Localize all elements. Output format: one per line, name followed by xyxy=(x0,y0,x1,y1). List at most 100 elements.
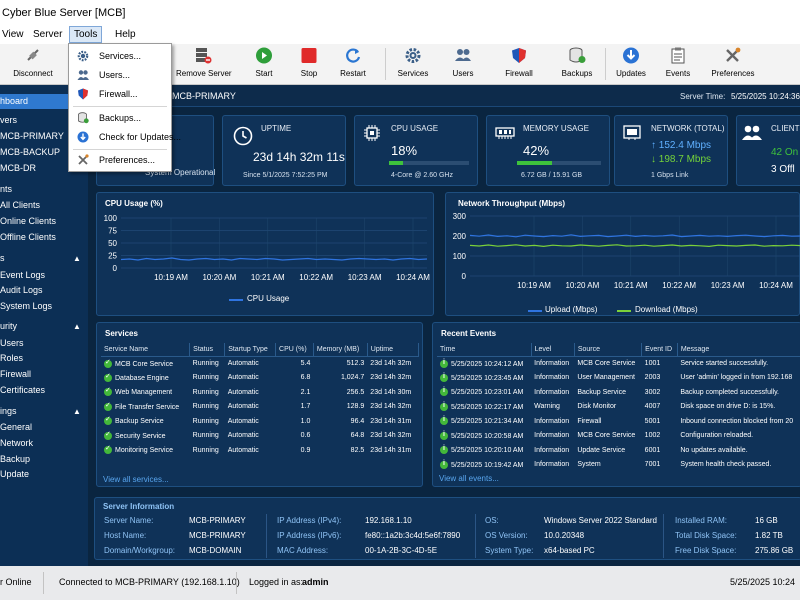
table-row[interactable]: Web Management Running Automatic 2.1 256.5 23… xyxy=(101,385,419,400)
table-row[interactable]: 5/25/2025 10:24:12 AM Information MCB Core… xyxy=(437,356,800,371)
preferences-button[interactable]: Preferences xyxy=(710,47,756,83)
disconnect-button[interactable]: Disconnect xyxy=(10,47,56,83)
table-row[interactable]: File Transfer Service Running Automatic 1.7… xyxy=(101,400,419,415)
table-row[interactable]: 5/25/2025 10:23:45 AM Information User Man… xyxy=(437,371,800,386)
start-button[interactable]: Start xyxy=(250,47,278,83)
table-row[interactable]: Security Service Running Automatic 0.6 64.8 2… xyxy=(101,429,419,444)
network-throughput-chart: 0 100 200 300 10:19 AM 10:20 AM 10:21 AM 10:22 … xyxy=(453,212,800,290)
backups-button[interactable]: Backups xyxy=(561,47,593,83)
event-cell: User Management xyxy=(577,374,635,382)
services-column-header[interactable]: Startup Type xyxy=(224,343,277,357)
tools-menu-users-label: Users... xyxy=(99,70,131,80)
cpu-chip-icon xyxy=(364,125,380,141)
updates-button[interactable]: Updates xyxy=(615,47,647,83)
sidebar-header-security[interactable]: urity ▲ xyxy=(0,319,88,334)
service-cell: Running xyxy=(192,432,219,440)
table-row[interactable]: Backup Service Running Automatic 1.0 96.4 23d… xyxy=(101,414,419,429)
events-column-header[interactable]: Event ID xyxy=(641,343,678,357)
table-row[interactable]: Monitoring Service Running Automatic 0.9 82.… xyxy=(101,443,419,458)
firewall-label: Firewall xyxy=(505,69,533,78)
table-row[interactable]: 5/25/2025 10:21:34 AM Information Firewall… xyxy=(437,414,800,429)
sidebar-item-security[interactable]: Users xyxy=(0,336,88,351)
upload-legend-swatch xyxy=(528,310,542,312)
sidebar-item-setting[interactable]: Update xyxy=(0,467,88,482)
service-cell: Automatic xyxy=(227,388,259,396)
table-row[interactable]: 5/25/2025 10:19:42 AM Information System 70… xyxy=(437,458,800,473)
service-cell: 6.8 xyxy=(300,374,311,382)
table-row[interactable]: 5/25/2025 10:20:10 AM Information Update S… xyxy=(437,443,800,458)
ipv4-key: IP Address (IPv4): xyxy=(277,516,342,525)
events-column-header[interactable]: Time xyxy=(437,343,532,357)
y-tick-label: 200 xyxy=(453,232,467,241)
menu-tools[interactable]: Tools xyxy=(69,26,103,43)
event-cell: 3002 xyxy=(644,388,661,396)
events-column-header[interactable]: Level xyxy=(531,343,575,357)
services-column-header[interactable]: Status xyxy=(189,343,226,357)
remove-server-button[interactable]: Remove Server xyxy=(176,47,232,83)
sidebar-item-client[interactable]: Offline Clients xyxy=(0,230,88,245)
y-tick-label: 300 xyxy=(453,212,467,221)
event-time: 5/25/2025 10:20:10 AM xyxy=(451,447,524,455)
table-row[interactable]: 5/25/2025 10:22:17 AM Warning Disk Monitor… xyxy=(437,400,800,415)
sidebar-item-log[interactable]: System Logs xyxy=(0,299,88,314)
service-name-cell: MCB Core Service xyxy=(101,356,190,371)
services-column-header[interactable]: Memory (MB) xyxy=(313,343,368,357)
sidebar-item-setting[interactable]: Backup xyxy=(0,452,88,467)
menu-view[interactable]: View xyxy=(0,26,28,43)
events-button[interactable]: Events xyxy=(665,47,691,83)
tools-menu-services[interactable]: Services... xyxy=(69,47,171,66)
view-all-events-link[interactable]: View all events... xyxy=(439,474,499,483)
sidebar-item-client[interactable]: All Clients xyxy=(0,198,88,213)
sidebar-item-log[interactable]: Audit Logs xyxy=(0,283,88,298)
tools-menu-preferences[interactable]: Preferences... xyxy=(69,151,171,170)
status-online: r Online xyxy=(0,577,32,587)
sidebar-header-logs[interactable]: s ▲ xyxy=(0,251,88,266)
ram-key: Installed RAM: xyxy=(675,516,728,525)
table-row[interactable]: MCB Core Service Running Automatic 5.4 512.3… xyxy=(101,356,419,371)
stop-icon xyxy=(301,48,317,63)
event-time: 5/25/2025 10:22:17 AM xyxy=(451,403,524,411)
services-column-header[interactable]: Uptime xyxy=(367,343,420,357)
clients-online: 42 On xyxy=(771,147,799,158)
event-cell: MCB Core Service xyxy=(577,432,636,440)
menu-help[interactable]: Help xyxy=(111,26,140,43)
service-cell: Automatic xyxy=(227,432,259,440)
sidebar-item-security[interactable]: Firewall xyxy=(0,367,88,382)
os-version-key: OS Version: xyxy=(485,531,528,540)
events-column-header[interactable]: Source xyxy=(574,343,643,357)
services-column-header[interactable]: Service Name xyxy=(101,343,191,357)
firewall-button[interactable]: Firewall xyxy=(503,47,535,83)
series-line xyxy=(120,257,428,261)
tools-menu-backups[interactable]: Backups... xyxy=(69,109,171,128)
tools-menu-check-updates[interactable]: Check for Updates... xyxy=(69,128,181,147)
tools-menu-users[interactable]: Users... xyxy=(69,66,171,85)
sidebar-header-clients[interactable]: nts xyxy=(0,182,88,197)
download-icon xyxy=(77,131,89,143)
users-button[interactable]: Users xyxy=(450,47,476,83)
sidebar-item-security[interactable]: Certificates xyxy=(0,383,88,398)
events-column-header[interactable]: Message xyxy=(677,343,800,357)
restart-button[interactable]: Restart xyxy=(338,47,368,83)
sidebar-header-settings[interactable]: ings ▲ xyxy=(0,404,88,419)
ipv6-value: fe80::1a2b:3c4d:5e6f:7890 xyxy=(365,531,461,540)
service-cell: Running xyxy=(192,360,219,367)
services-button[interactable]: Services xyxy=(397,47,429,83)
sidebar-item-client[interactable]: Online Clients xyxy=(0,214,88,229)
service-cell: 2.1 xyxy=(300,388,311,396)
restart-label: Restart xyxy=(340,69,366,78)
table-row[interactable]: 5/25/2025 10:20:58 AM Information MCB Core… xyxy=(437,429,800,444)
stop-button[interactable]: Stop xyxy=(295,47,323,83)
dashboard-header: MCB-PRIMARY Server Time: 5/25/2025 10:24… xyxy=(88,85,800,107)
services-column-header[interactable]: CPU (%) xyxy=(275,343,314,357)
sidebar-item-setting[interactable]: General xyxy=(0,420,88,435)
menu-separator xyxy=(73,149,167,150)
view-all-services-link[interactable]: View all services... xyxy=(103,475,169,484)
tools-menu-firewall[interactable]: Firewall... xyxy=(69,85,171,104)
sidebar-item-security[interactable]: Roles xyxy=(0,351,88,366)
table-row[interactable]: 5/25/2025 10:23:01 AM Information Backup S… xyxy=(437,385,800,400)
table-row[interactable]: Database Engine Running Automatic 6.8 1,024.… xyxy=(101,371,419,386)
service-name: Security Service xyxy=(115,432,166,440)
sidebar-item-setting[interactable]: Network xyxy=(0,436,88,451)
menu-server[interactable]: Server xyxy=(29,26,66,43)
sidebar-item-log[interactable]: Event Logs xyxy=(0,268,88,283)
